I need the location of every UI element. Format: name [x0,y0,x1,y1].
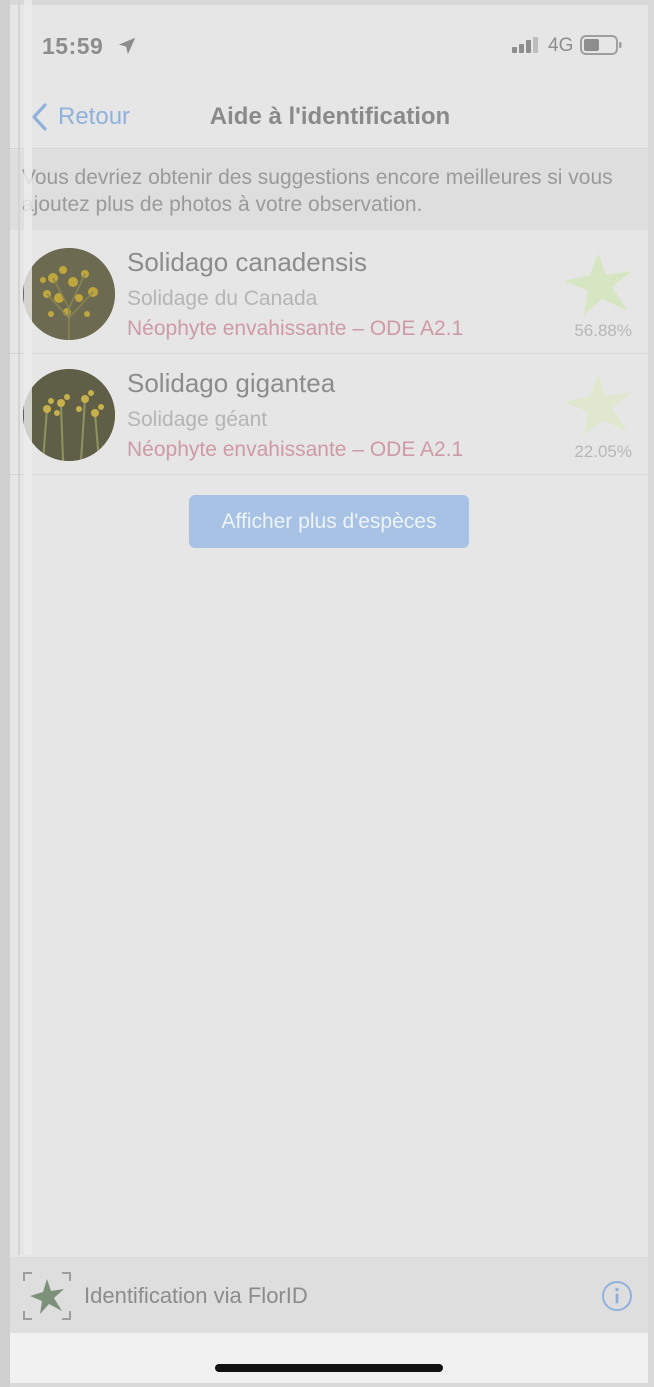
status-time: 15:59 [42,33,104,59]
screen-edge [0,0,10,1387]
suggestion-list: Solidago canadensis Solidage du Canada N… [10,233,648,475]
identification-footer: Identification via FlorID [10,1257,648,1333]
suggestion-row[interactable]: Solidago canadensis Solidage du Canada N… [10,233,648,354]
info-icon[interactable] [601,1280,633,1312]
status-bar: 15:59 4G [10,5,648,85]
florid-scan-icon [23,1272,71,1320]
suggestion-row[interactable]: Solidago gigantea Solidage géant Néophyt… [10,354,648,475]
home-indicator-area [10,1333,648,1383]
species-common-name: Solidage du Canada [127,287,318,310]
location-arrow-icon [118,37,136,55]
species-photo [23,369,115,461]
app-screen: 15:59 4G Retour Aide à l'identification … [10,5,648,1383]
navigation-bar: Retour Aide à l'identification [10,85,648,149]
show-more-species-button[interactable]: Afficher plus d'espèces [189,495,469,548]
confidence-score: 22.05% [574,442,632,461]
confidence-star-icon [564,374,632,436]
florid-label: Identification via FlorID [84,1283,308,1308]
species-common-name: Solidage géant [127,408,268,431]
cellular-signal-icon [512,37,538,53]
species-photo [23,248,115,340]
confidence-star-icon [564,253,632,315]
species-scientific-name: Solidago gigantea [127,368,336,398]
invasive-status-label: Néophyte envahissante – ODE A2.1 [127,317,464,340]
page-title: Aide à l'identification [209,103,451,130]
battery-icon [580,35,622,55]
network-type: 4G [548,35,574,56]
invasive-status-label: Néophyte envahissante – ODE A2.1 [127,438,464,461]
home-indicator[interactable] [215,1364,443,1372]
confidence-score: 56.88% [574,321,632,340]
photo-hint-text: Vous devriez obtenir des suggestions enc… [10,150,648,230]
screen-edge [18,0,20,1255]
species-scientific-name: Solidago canadensis [127,247,367,277]
screen-edge [24,0,32,1255]
